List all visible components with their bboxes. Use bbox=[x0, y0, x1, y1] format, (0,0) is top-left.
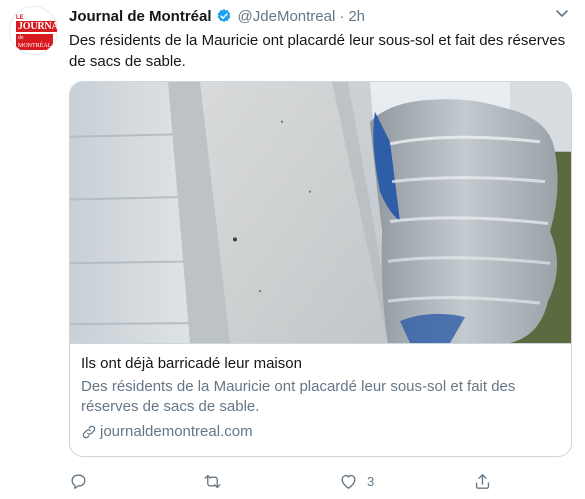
like-icon bbox=[341, 474, 356, 489]
logo-sub-text: de MONTRÉAL bbox=[16, 34, 54, 50]
tweet[interactable]: LE JOURNAL de MONTRÉAL Journal de Montré… bbox=[0, 0, 585, 499]
user-handle[interactable]: @JdeMontreal bbox=[238, 8, 336, 25]
link-card[interactable]: Ils ont déjà barricadé leur maison Des r… bbox=[69, 81, 572, 457]
card-body: Ils ont déjà barricadé leur maison Des r… bbox=[81, 354, 561, 442]
retweet-icon bbox=[204, 474, 221, 488]
tweet-actions: 3 bbox=[69, 470, 519, 492]
display-name[interactable]: Journal de Montréal bbox=[69, 8, 212, 25]
like-count: 3 bbox=[367, 473, 375, 489]
reply-button[interactable] bbox=[69, 470, 97, 492]
logo-main-text: JOURNAL bbox=[16, 21, 57, 32]
reply-icon bbox=[71, 473, 86, 489]
tweet-header: Journal de Montréal @JdeMontreal · 2h bbox=[69, 5, 365, 27]
chevron-down-icon[interactable] bbox=[553, 6, 571, 22]
header-separator: · bbox=[339, 7, 345, 25]
tweet-text: Des résidents de la Mauricie ont placard… bbox=[69, 32, 566, 70]
card-domain-text: journaldemontreal.com bbox=[100, 423, 253, 440]
tweet-timestamp[interactable]: 2h bbox=[348, 8, 365, 25]
journal-logo: LE JOURNAL de MONTRÉAL bbox=[16, 15, 57, 50]
share-icon bbox=[475, 473, 490, 489]
card-image[interactable] bbox=[70, 82, 571, 344]
card-domain: journaldemontreal.com bbox=[81, 422, 561, 442]
card-title: Ils ont déjà barricadé leur maison bbox=[81, 355, 302, 372]
avatar[interactable]: LE JOURNAL de MONTRÉAL bbox=[9, 6, 58, 55]
card-description: Des résidents de la Mauricie ont placard… bbox=[81, 378, 516, 415]
retweet-button[interactable] bbox=[203, 470, 231, 492]
like-button[interactable]: 3 bbox=[339, 470, 374, 492]
link-icon bbox=[82, 425, 96, 439]
share-button[interactable] bbox=[473, 470, 492, 492]
verified-badge-icon bbox=[217, 9, 230, 23]
